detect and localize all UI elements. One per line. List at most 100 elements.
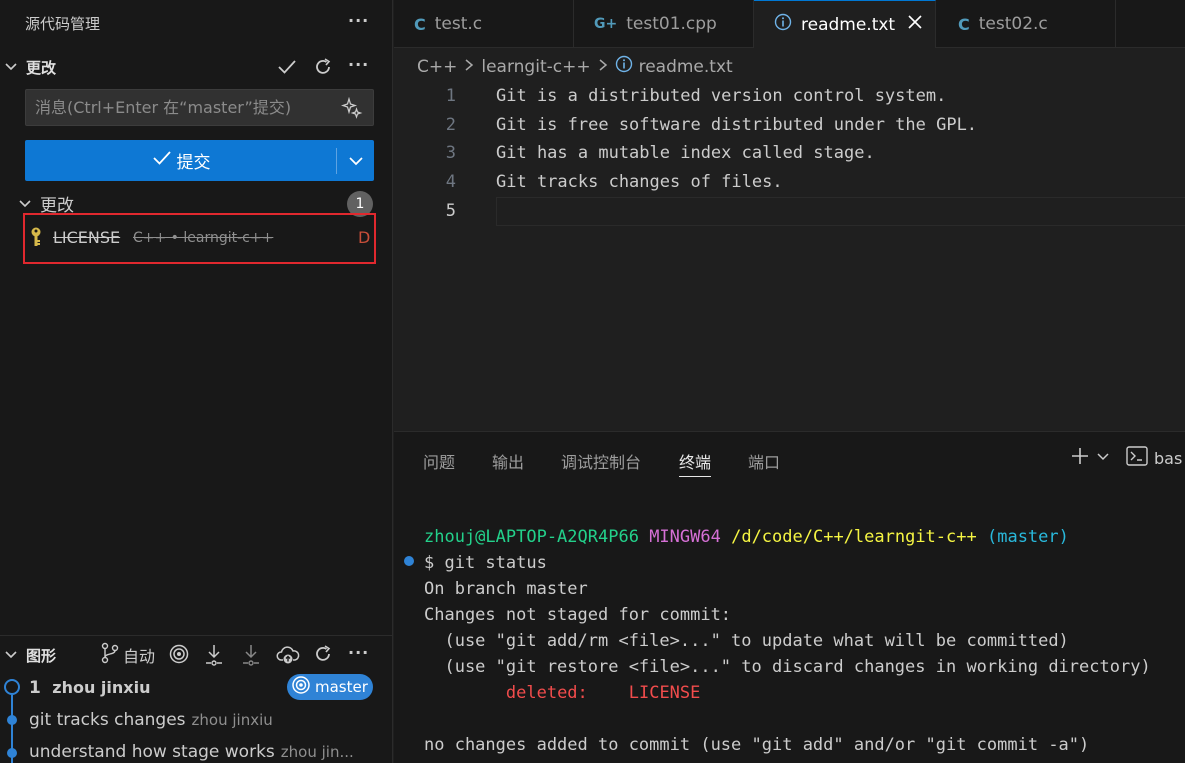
branch-badge-label: master bbox=[315, 678, 368, 696]
bottom-panel: 问题 输出 调试控制台 终端 端口 bas zhouj@LAPTOP-A2QR4… bbox=[394, 431, 1185, 763]
code-line: 5 bbox=[394, 197, 1185, 226]
line-number: 1 bbox=[445, 86, 456, 106]
line-text: Git has a mutable index called stage. bbox=[496, 143, 875, 164]
commit-message-input[interactable] bbox=[25, 89, 374, 126]
info-icon bbox=[774, 13, 792, 36]
tab-test02-c[interactable]: C test02.c bbox=[936, 0, 1116, 48]
chevron-right-icon bbox=[597, 57, 609, 77]
close-icon[interactable] bbox=[907, 14, 923, 35]
info-icon bbox=[615, 55, 633, 78]
branch-icon[interactable] bbox=[100, 642, 120, 668]
tab-test-c[interactable]: C test.c bbox=[394, 0, 574, 48]
panel-tab-debug-console[interactable]: 调试控制台 bbox=[561, 449, 641, 473]
graph-more-icon[interactable]: ··· bbox=[348, 643, 369, 662]
terminal-icon[interactable] bbox=[1126, 446, 1148, 470]
target-icon[interactable] bbox=[168, 643, 190, 669]
editor-tab-bar: C test.c G+ test01.cpp readme.txt C test… bbox=[394, 0, 1185, 48]
graph-commit-row[interactable]: understand how stage works zhou jin... bbox=[29, 742, 354, 762]
commit-author: zhou jin... bbox=[280, 743, 354, 761]
terminal-command: $ git status bbox=[424, 553, 547, 573]
chevron-down-icon[interactable] bbox=[1096, 449, 1110, 468]
panel-tab-problems[interactable]: 问题 bbox=[423, 449, 455, 473]
more-actions-icon[interactable]: ··· bbox=[348, 11, 369, 30]
changed-file-path: C++ • learngit-c++ bbox=[133, 230, 274, 246]
tab-readme-txt[interactable]: readme.txt bbox=[754, 0, 936, 48]
code-line: 3 Git has a mutable index called stage. bbox=[394, 139, 1185, 168]
check-icon bbox=[151, 147, 173, 174]
chevron-right-icon bbox=[463, 57, 475, 77]
changes-group-chevron-icon[interactable] bbox=[18, 197, 32, 211]
graph-head-node bbox=[4, 679, 20, 695]
changes-section-title: 更改 bbox=[26, 59, 57, 77]
tab-test01-cpp[interactable]: G+ test01.cpp bbox=[574, 0, 754, 48]
line-number: 2 bbox=[445, 114, 456, 135]
terminal-line: (use "git restore <file>..." to discard … bbox=[424, 657, 1151, 677]
new-terminal-icon[interactable] bbox=[1070, 446, 1090, 470]
terminal-output[interactable]: zhouj@LAPTOP-A2QR4P66 MINGW64 /d/code/C+… bbox=[424, 524, 1151, 758]
tab-label: readme.txt bbox=[801, 14, 896, 35]
changes-section-header[interactable]: 更改 ··· bbox=[0, 54, 392, 82]
graph-refresh-icon[interactable] bbox=[312, 643, 334, 669]
pull-icon[interactable] bbox=[240, 643, 262, 671]
breadcrumb-item[interactable]: readme.txt bbox=[639, 57, 733, 77]
terminal-line: On branch master bbox=[424, 579, 588, 599]
commit-message: git tracks changes bbox=[29, 710, 186, 730]
breadcrumb-item[interactable]: learngit-c++ bbox=[481, 57, 590, 77]
command-status-dot[interactable] bbox=[404, 556, 414, 566]
sparkle-icon[interactable] bbox=[340, 96, 363, 123]
prompt-path: /d/code/C++/learngit-c++ bbox=[731, 527, 977, 547]
panel-tab-ports[interactable]: 端口 bbox=[748, 449, 780, 473]
terminal-line: (use "git add/rm <file>..." to update wh… bbox=[424, 631, 1069, 651]
cpp-file-icon: G+ bbox=[594, 16, 618, 32]
changed-file-status: D bbox=[358, 228, 371, 247]
graph-section-title: 图形 bbox=[26, 647, 57, 665]
tab-label: test01.cpp bbox=[626, 14, 717, 34]
terminal-line: no changes added to commit (use "git add… bbox=[424, 735, 1090, 755]
line-number: 5 bbox=[445, 200, 456, 221]
changed-file-row[interactable]: LICENSE C++ • learngit-c++ D bbox=[23, 213, 376, 264]
breadcrumb: C++ learngit-c++ readme.txt bbox=[417, 55, 733, 78]
terminal-shell-label[interactable]: bas bbox=[1154, 449, 1182, 468]
fetch-icon[interactable] bbox=[203, 643, 225, 671]
prompt-branch: (master) bbox=[986, 527, 1069, 547]
breadcrumb-item[interactable]: C++ bbox=[417, 57, 457, 77]
commit-dropdown-button[interactable] bbox=[337, 140, 374, 181]
commit-check-icon[interactable] bbox=[276, 56, 298, 82]
branch-badge: master bbox=[287, 674, 373, 700]
commit-author: zhou jinxiu bbox=[191, 711, 273, 729]
code-line: 4 Git tracks changes of files. bbox=[394, 168, 1185, 197]
terminal-line: Changes not staged for commit: bbox=[424, 605, 732, 625]
prompt-user: zhouj@LAPTOP-A2QR4P66 bbox=[424, 527, 639, 547]
commit-button-main[interactable]: 提交 bbox=[25, 140, 336, 181]
deleted-file: LICENSE bbox=[628, 683, 701, 703]
graph-incoming-author: zhou jinxiu bbox=[52, 678, 151, 697]
changes-more-icon[interactable]: ··· bbox=[348, 55, 369, 74]
c-file-icon: C bbox=[414, 14, 426, 34]
sidebar-title: 源代码管理 bbox=[25, 15, 101, 33]
deleted-label: deleted: bbox=[505, 683, 588, 703]
branch-target-icon bbox=[291, 675, 311, 699]
prompt-env: MINGW64 bbox=[649, 527, 721, 547]
graph-auto-label[interactable]: 自动 bbox=[123, 643, 155, 667]
code-line: 2 Git is free software distributed under… bbox=[394, 111, 1185, 140]
cloud-upload-icon[interactable] bbox=[276, 643, 300, 671]
editor-code[interactable]: 1 Git is a distributed version control s… bbox=[394, 82, 1185, 226]
graph-divider bbox=[0, 635, 392, 636]
tab-label: test.c bbox=[434, 14, 483, 34]
source-control-sidebar: 源代码管理 ··· 更改 ··· 提交 更改 1 bbox=[0, 0, 393, 763]
graph-incoming-count: 1 bbox=[29, 678, 41, 698]
graph-incoming-row[interactable]: 1 zhou jinxiu bbox=[29, 678, 150, 698]
commit-button[interactable]: 提交 bbox=[25, 140, 374, 181]
changed-file-name: LICENSE bbox=[53, 228, 121, 247]
panel-actions: bas bbox=[1070, 446, 1182, 470]
chevron-down-icon bbox=[348, 156, 363, 165]
commit-button-label: 提交 bbox=[176, 153, 211, 173]
panel-tab-terminal[interactable]: 终端 bbox=[679, 449, 712, 477]
graph-chevron-icon[interactable] bbox=[4, 648, 18, 662]
panel-tab-output[interactable]: 输出 bbox=[492, 449, 524, 473]
license-key-icon bbox=[27, 226, 45, 252]
graph-commit-row[interactable]: git tracks changes zhou jinxiu bbox=[29, 710, 273, 730]
refresh-icon[interactable] bbox=[312, 56, 334, 82]
line-number: 4 bbox=[445, 172, 456, 193]
line-text: Git tracks changes of files. bbox=[496, 172, 783, 193]
